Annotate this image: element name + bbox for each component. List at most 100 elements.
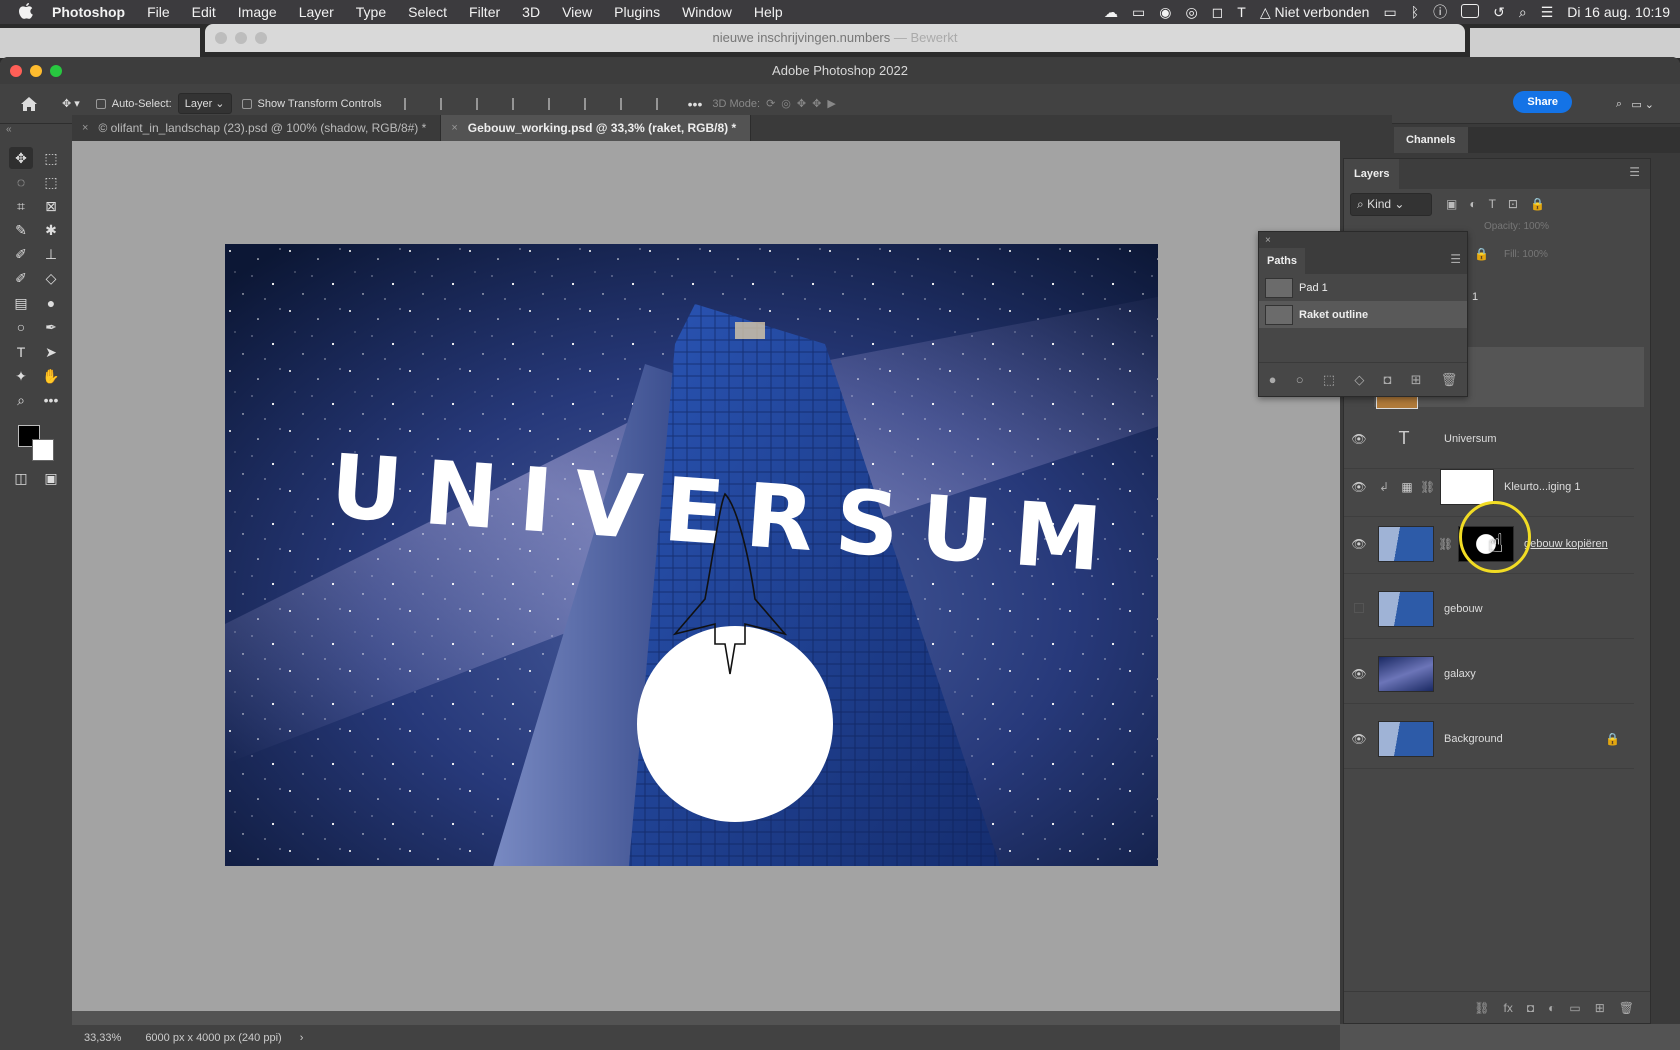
fill-control[interactable]: Fill: 100% xyxy=(1504,249,1548,260)
auto-select-checkbox[interactable]: Auto-Select: xyxy=(95,90,172,118)
time-machine-icon[interactable]: ↺ xyxy=(1493,4,1505,21)
layer-row-background[interactable]: 👁 Background 🔒 xyxy=(1344,709,1634,769)
status-chevron-icon[interactable]: › xyxy=(300,1032,304,1044)
3d-slide-icon[interactable]: ✥ xyxy=(812,90,821,118)
frame-tool-icon[interactable]: ⊠ xyxy=(39,196,63,218)
battery-icon[interactable] xyxy=(1461,3,1480,21)
filter-icons[interactable]: ▣◐T⊡🔒 xyxy=(1446,197,1557,211)
layer-row-galaxy[interactable]: 👁 galaxy xyxy=(1344,644,1634,704)
collapse-icon[interactable]: « xyxy=(0,124,72,140)
distribute-vertical-icon[interactable] xyxy=(648,90,678,118)
canvas-area[interactable]: UNIVERSUM xyxy=(72,141,1340,1037)
group-icon[interactable]: ▭ xyxy=(1569,1001,1580,1015)
align-bottom-icon[interactable] xyxy=(612,90,642,118)
control-center-icon[interactable]: ☰ xyxy=(1541,4,1554,21)
3d-pan-icon[interactable]: ✥ xyxy=(797,90,806,118)
object-select-tool-icon[interactable]: ⬚ xyxy=(39,172,63,194)
align-left-icon[interactable] xyxy=(396,90,426,118)
move-tool-icon[interactable]: ✥ xyxy=(9,147,33,169)
record-icon[interactable]: ◉ xyxy=(1159,4,1171,21)
visibility-eye-icon[interactable]: 👁 xyxy=(1344,667,1374,681)
pen-tool-icon[interactable]: ✒ xyxy=(39,317,63,339)
menu-edit[interactable]: Edit xyxy=(192,4,216,20)
document-info[interactable]: 6000 px x 4000 px (240 ppi) xyxy=(145,1032,281,1044)
visibility-eye-icon[interactable] xyxy=(1344,602,1374,616)
eyedropper-tool-icon[interactable]: ✎ xyxy=(9,220,33,242)
screen-mode-icon[interactable]: ▣ xyxy=(39,468,63,490)
menu-layer[interactable]: Layer xyxy=(299,4,334,20)
minimize-window-button[interactable] xyxy=(30,65,42,77)
panel-menu-icon[interactable]: ☰ xyxy=(1450,252,1461,266)
align-middle-icon[interactable] xyxy=(576,90,606,118)
patch-tool-icon[interactable]: ✱ xyxy=(39,220,63,242)
visibility-eye-icon[interactable]: 👁 xyxy=(1344,732,1374,746)
airplay-icon[interactable]: ▭ xyxy=(1132,4,1145,21)
menu-view[interactable]: View xyxy=(562,4,592,20)
network-status[interactable]: △ Niet verbonden xyxy=(1260,4,1370,21)
tab-gebouw[interactable]: × Gebouw_working.psd @ 33,3% (raket, RGB/… xyxy=(441,115,752,141)
type-tool-icon[interactable]: T xyxy=(9,341,33,363)
fill-path-icon[interactable]: ● xyxy=(1269,372,1277,387)
3d-orbit-icon[interactable]: ⟳ xyxy=(766,90,775,118)
visibility-eye-icon[interactable]: 👁 xyxy=(1344,537,1374,551)
search-icon[interactable]: ⌕ xyxy=(1616,90,1622,118)
zoom-tool-icon[interactable]: ⌕ xyxy=(9,390,33,412)
more-tools-icon[interactable]: ••• xyxy=(39,389,63,411)
brush-tool-icon[interactable]: ✐ xyxy=(9,244,33,266)
layers-tab[interactable]: Layers xyxy=(1344,159,1400,189)
menu-help[interactable]: Help xyxy=(754,4,783,20)
lock-icon[interactable]: 🔒 xyxy=(1474,247,1489,261)
bluetooth-icon[interactable]: ᛒ xyxy=(1411,4,1419,20)
menu-plugins[interactable]: Plugins xyxy=(614,4,660,20)
delete-path-icon[interactable]: 🗑 xyxy=(1441,372,1458,388)
path-row-raket-outline[interactable]: Raket outline xyxy=(1259,301,1467,328)
menu-select[interactable]: Select xyxy=(408,4,447,20)
shape-tool-icon[interactable]: ✦ xyxy=(9,365,33,387)
zoom-level[interactable]: 33,33% xyxy=(84,1032,121,1044)
clock[interactable]: Di 16 aug. 10:19 xyxy=(1567,4,1670,20)
info-icon[interactable]: ⓘ xyxy=(1433,2,1447,22)
panel-menu-icon[interactable]: ☰ xyxy=(1629,165,1640,179)
marquee-tool-icon[interactable]: ⬚ xyxy=(39,147,63,169)
stroke-path-icon[interactable]: ○ xyxy=(1296,372,1304,387)
new-path-icon[interactable]: ⊞ xyxy=(1411,372,1422,388)
creative-cloud-icon[interactable]: ◎ xyxy=(1185,4,1197,21)
channels-tab[interactable]: Channels xyxy=(1394,127,1468,153)
path-row-pad-1[interactable]: Pad 1 xyxy=(1259,274,1467,301)
menu-image[interactable]: Image xyxy=(238,4,277,20)
close-panel-icon[interactable]: × xyxy=(1265,235,1271,246)
instagram-icon[interactable]: ◻ xyxy=(1212,4,1224,21)
transform-controls-checkbox[interactable]: Show Transform Controls xyxy=(241,90,382,118)
visibility-eye-icon[interactable]: 👁 xyxy=(1344,480,1374,494)
history-brush-icon[interactable]: ✐ xyxy=(9,268,33,290)
blur-tool-icon[interactable]: ● xyxy=(39,292,63,314)
share-button[interactable]: Share xyxy=(1513,91,1572,113)
visibility-eye-icon[interactable]: 👁 xyxy=(1344,432,1374,446)
workspace-icon[interactable]: ▭ ⌄ xyxy=(1631,90,1654,118)
eraser-tool-icon[interactable]: ◇ xyxy=(39,268,63,290)
path-select-tool-icon[interactable]: ➤ xyxy=(39,341,63,363)
add-mask-icon[interactable]: ◘ xyxy=(1384,372,1392,387)
add-mask-icon[interactable]: ◘ xyxy=(1527,1001,1534,1015)
cloud-icon[interactable]: ☁ xyxy=(1104,4,1118,21)
document-canvas[interactable]: UNIVERSUM xyxy=(225,244,1158,866)
background-color[interactable] xyxy=(32,438,54,461)
menu-3d[interactable]: 3D xyxy=(522,4,540,20)
new-layer-icon[interactable]: ⊞ xyxy=(1595,1001,1605,1015)
close-window-button[interactable] xyxy=(10,65,22,77)
background-numbers-window[interactable]: nieuwe inschrijvingen.numbers — Bewerkt xyxy=(205,24,1465,52)
crop-tool-icon[interactable]: ⌗ xyxy=(9,196,33,218)
menu-type[interactable]: Type xyxy=(356,4,386,20)
3d-roll-icon[interactable]: ◎ xyxy=(781,90,791,118)
adjustment-layer-icon[interactable]: ◐ xyxy=(1548,1001,1555,1015)
make-path-icon[interactable]: ◇ xyxy=(1354,372,1364,388)
align-center-icon[interactable] xyxy=(432,90,462,118)
3d-camera-icon[interactable]: ▶ xyxy=(827,90,835,118)
home-icon[interactable] xyxy=(18,90,40,118)
menu-window[interactable]: Window xyxy=(682,4,732,20)
align-right-icon[interactable] xyxy=(468,90,498,118)
delete-layer-icon[interactable]: 🗑 xyxy=(1619,1001,1634,1015)
zoom-window-button[interactable] xyxy=(50,65,62,77)
menu-filter[interactable]: Filter xyxy=(469,4,500,20)
hand-tool-icon[interactable]: ✋ xyxy=(39,365,63,387)
